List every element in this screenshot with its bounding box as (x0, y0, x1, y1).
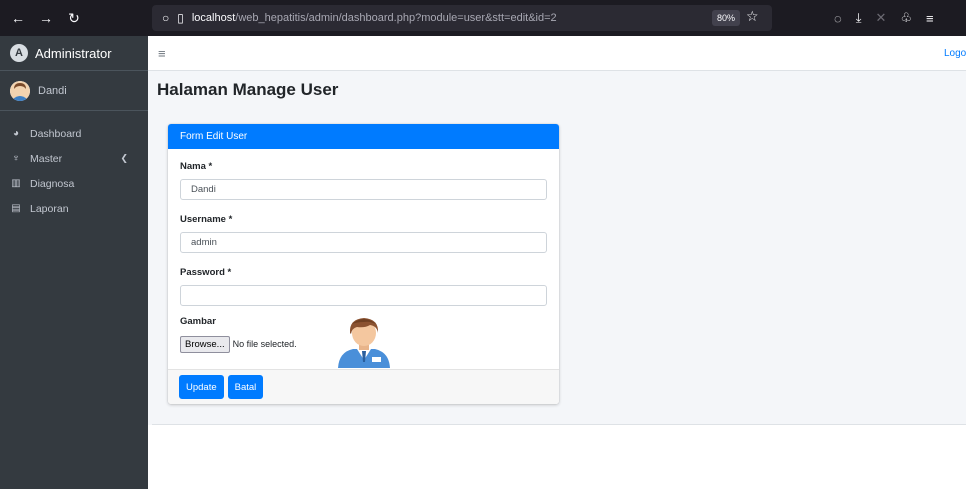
sidebar-item-master[interactable]: ♆ Master ❮ (0, 146, 148, 171)
update-button[interactable]: Update (179, 375, 224, 399)
dashboard-icon: ◕ (12, 128, 20, 139)
page-title: Halaman Manage User (157, 80, 339, 99)
url-bar[interactable]: ○ ▯ localhost/web_hepatitis/admin/dashbo… (152, 5, 772, 31)
brand-text: Administrator (35, 45, 112, 61)
back-arrow-icon[interactable]: ← (6, 10, 30, 26)
sidebar-item-dashboard[interactable]: ◕ Dashboard (0, 121, 148, 146)
brand-logo-icon: A (10, 44, 28, 62)
logout-link[interactable]: Logo (944, 48, 966, 59)
diagnosa-icon: ▥ (11, 178, 21, 189)
browse-button[interactable]: Browse... (180, 336, 230, 353)
extensions-icon[interactable]: ♧ (900, 10, 912, 26)
main-footer (148, 425, 966, 489)
browser-right-icons: ◌ ⤓ ✕ ♧ ≡ (834, 0, 934, 36)
sidebar-item-diagnosa[interactable]: ▥ Diagnosa (0, 171, 148, 196)
sidebar: A Administrator Dandi ◕ Dashboard ♆ Mast… (0, 36, 148, 489)
user-panel[interactable]: Dandi (0, 71, 148, 111)
card-body: Nama * Username * Password * Gambar Brow… (168, 149, 559, 368)
forward-arrow-icon[interactable]: → (34, 10, 58, 26)
card-footer: Update Batal (168, 369, 559, 404)
user-name: Dandi (38, 84, 67, 97)
edit-user-card: Form Edit User Nama * Username * Passwor… (168, 124, 559, 404)
file-status: No file selected. (232, 339, 297, 349)
reload-icon[interactable]: ↻ (62, 10, 86, 27)
page-icon: ▯ (177, 11, 184, 25)
url-path: /web_hepatitis/admin/dashboard.php?modul… (235, 12, 557, 24)
brand-link[interactable]: A Administrator (0, 36, 148, 71)
card-header: Form Edit User (168, 124, 559, 149)
nama-input[interactable] (180, 179, 547, 200)
zoom-badge[interactable]: 80% (712, 10, 741, 26)
hamburger-icon[interactable]: ≡ (158, 46, 166, 61)
password-input[interactable] (180, 285, 547, 306)
user-image-preview (335, 316, 393, 368)
sidebar-item-label: Dashboard (30, 127, 82, 140)
username-label: Username * (180, 214, 233, 225)
password-label: Password * (180, 267, 232, 278)
browser-nav: ← → ↻ (0, 10, 150, 27)
sidebar-menu: ◕ Dashboard ♆ Master ❮ ▥ Diagnosa ▤ Lapo… (0, 111, 148, 221)
close-icon[interactable]: ✕ (875, 10, 886, 26)
top-navbar: ≡ Logo (148, 36, 966, 71)
chevron-left-icon: ❮ (120, 153, 128, 163)
browser-toolbar: ← → ↻ ○ ▯ localhost/web_hepatitis/admin/… (0, 0, 966, 36)
sidebar-item-label: Diagnosa (30, 177, 75, 190)
menu-icon[interactable]: ≡ (926, 11, 934, 26)
url-text[interactable]: localhost/web_hepatitis/admin/dashboard.… (192, 12, 557, 24)
shield-icon[interactable]: ○ (162, 11, 169, 25)
gambar-row: Gambar Browse... No file selected. (180, 316, 547, 368)
sidebar-item-label: Laporan (30, 202, 69, 215)
pocket-icon[interactable]: ◌ (834, 11, 842, 26)
username-input[interactable] (180, 232, 547, 253)
user-preview-icon (338, 318, 390, 368)
download-icon[interactable]: ⤓ (856, 10, 862, 26)
bookmark-star-icon[interactable]: ☆ (746, 8, 759, 25)
batal-button[interactable]: Batal (227, 375, 264, 399)
gambar-field: Gambar Browse... No file selected. (180, 316, 335, 353)
master-icon: ♆ (12, 153, 20, 164)
gambar-label: Gambar (180, 316, 216, 327)
url-host: localhost (191, 12, 236, 24)
avatar (10, 80, 30, 101)
sidebar-item-label: Master (30, 152, 63, 165)
laporan-icon: ▤ (11, 203, 21, 214)
nama-label: Nama * (180, 161, 213, 172)
sidebar-item-laporan[interactable]: ▤ Laporan (0, 196, 148, 221)
user-avatar-icon (10, 80, 30, 101)
